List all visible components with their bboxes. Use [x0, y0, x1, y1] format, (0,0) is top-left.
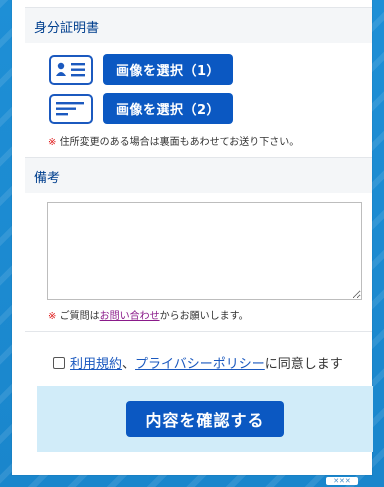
agreement-row: 利用規約、プライバシーポリシー に同意します: [53, 353, 343, 372]
remarks-note-prefix: ご質問は: [59, 311, 100, 322]
id-card-front-icon: [49, 55, 93, 85]
form-card: 身分証明書 画像を選択（1） 画像を選択（2） ※ 住所変更のある場合は裏面もあ…: [12, 0, 373, 475]
remarks-note: ※ ご質問はお問い合わせからお願いします。: [48, 307, 249, 322]
note-mark: ※: [48, 311, 57, 322]
select-image-2-button[interactable]: 画像を選択（2）: [103, 93, 233, 124]
ad-close-badge[interactable]: ✕✕✕: [326, 477, 358, 485]
confirm-area: 内容を確認する: [37, 386, 373, 452]
agreement-separator: 、: [122, 357, 136, 372]
remarks-section-title: 備考: [25, 157, 372, 193]
remarks-note-suffix: からお願いします。: [159, 311, 249, 322]
agreement-suffix: に同意します: [264, 357, 343, 372]
divider: [25, 331, 372, 332]
contact-link[interactable]: お問い合わせ: [100, 311, 160, 322]
id-card-back-icon: [49, 94, 93, 124]
select-image-1-button[interactable]: 画像を選択（1）: [103, 54, 233, 85]
privacy-policy-link[interactable]: プライバシーポリシー: [135, 353, 265, 372]
remarks-textarea[interactable]: [47, 202, 362, 300]
terms-link[interactable]: 利用規約: [70, 353, 122, 372]
id-upload-row-1: 画像を選択（1）: [49, 54, 233, 86]
note-mark: ※: [48, 137, 57, 148]
agree-checkbox[interactable]: [53, 356, 65, 369]
id-section-title: 身分証明書: [25, 7, 372, 43]
confirm-button[interactable]: 内容を確認する: [126, 401, 284, 437]
id-upload-row-2: 画像を選択（2）: [49, 93, 233, 125]
id-note: ※ 住所変更のある場合は裏面もあわせてお送り下さい。: [48, 133, 299, 148]
id-note-text: 住所変更のある場合は裏面もあわせてお送り下さい。: [59, 137, 300, 148]
